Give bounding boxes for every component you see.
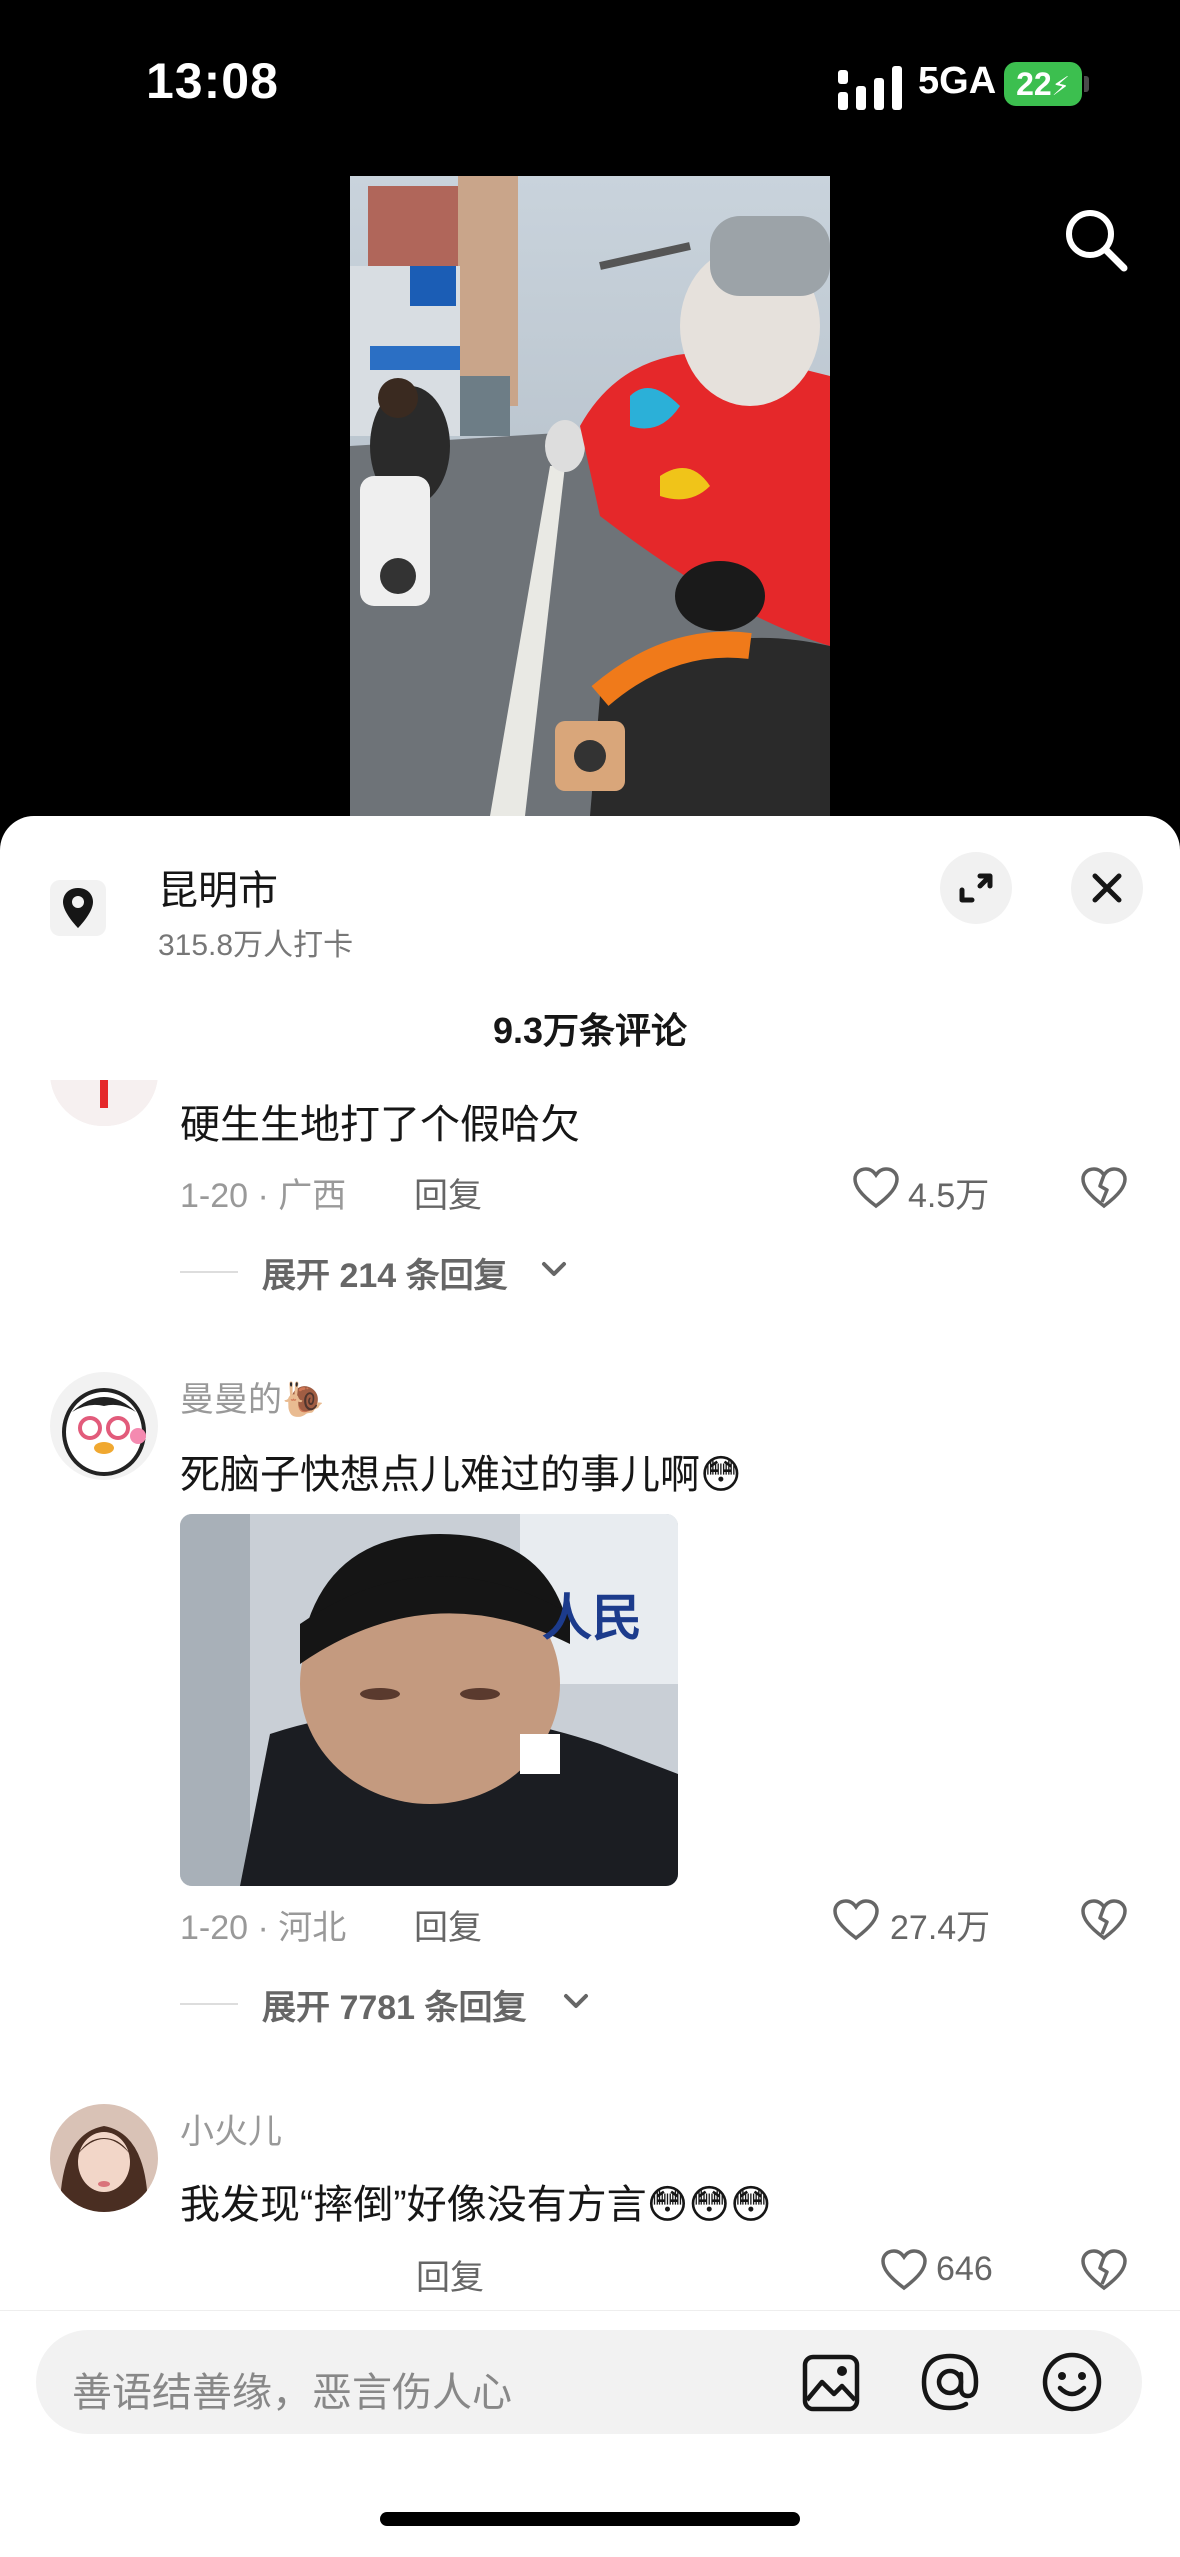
comment-image-graphic: [180, 1514, 678, 1886]
expand-replies-label: 展开 214 条回复: [262, 1257, 508, 1295]
comment-text: 我发现“摔倒”好像没有方言😳😳😳: [180, 2183, 772, 2227]
reply-button[interactable]: 回复: [414, 1900, 482, 1949]
dislike-icon[interactable]: [1080, 1166, 1128, 1210]
battery-tip: [1084, 76, 1089, 92]
heart-icon[interactable]: [880, 2248, 928, 2292]
location-name[interactable]: 昆明市: [158, 858, 278, 916]
divider-line: [180, 2003, 238, 2005]
like-count: 27.4万: [890, 1909, 991, 1947]
status-bar: 13:08 5GA 22⚡: [0, 0, 1180, 170]
expand-replies-button[interactable]: 展开 7781 条回复: [262, 1980, 527, 2029]
username[interactable]: 曼曼的🐌: [180, 1372, 324, 1421]
reply-button[interactable]: 回复: [414, 1168, 482, 1217]
dislike-icon[interactable]: [1080, 1898, 1128, 1942]
avatar-image: [50, 1372, 158, 1480]
avatar[interactable]: [50, 1372, 158, 1480]
location-checkins: 315.8万人打卡: [158, 929, 354, 962]
location-pin-icon: [63, 888, 93, 928]
status-time: 13:08: [146, 53, 279, 109]
video-frame: [350, 176, 830, 816]
video-player[interactable]: [350, 176, 830, 816]
image-icon[interactable]: [800, 2352, 862, 2414]
comment-image-caption: 人民: [542, 1590, 642, 1646]
comment-input-placeholder[interactable]: 善语结善缘，恶言伤人心: [72, 2360, 512, 2418]
location-badge[interactable]: [50, 880, 106, 936]
dislike-icon[interactable]: [1080, 2248, 1128, 2292]
network-type: 5GA: [918, 60, 997, 102]
expand-replies-button[interactable]: 展开 214 条回复: [262, 1248, 508, 1297]
comment-meta: 1-20 · 河北: [180, 1909, 347, 1947]
expand-button[interactable]: [940, 852, 1012, 924]
reply-button[interactable]: 回复: [416, 2250, 484, 2299]
search-icon[interactable]: [1060, 204, 1130, 274]
comment-count-overlay: 9.3万条评论: [492, 1010, 688, 1051]
expand-icon: [959, 873, 993, 903]
like-count: 646: [936, 2250, 993, 2288]
emoji-icon[interactable]: [1040, 2350, 1104, 2414]
like-count: 4.5万: [908, 1177, 990, 1215]
avatar[interactable]: [50, 2104, 158, 2212]
heart-icon[interactable]: [832, 1898, 880, 1942]
signal-icon: [838, 66, 902, 110]
divider-line: [180, 1271, 238, 1273]
avatar-image: [50, 2104, 158, 2212]
expand-replies-label: 展开 7781 条回复: [262, 1989, 527, 2027]
comment-text: 死脑子快想点儿难过的事儿啊😳: [180, 1453, 742, 1497]
comment-text: 硬生生地打了个假哈欠: [180, 1103, 580, 1147]
home-indicator[interactable]: [380, 2512, 800, 2526]
chevron-down-icon[interactable]: [540, 1260, 568, 1280]
comment-image[interactable]: 人民: [180, 1514, 678, 1886]
heart-icon[interactable]: [852, 1166, 900, 1210]
comment-meta: 1-20 · 广西: [180, 1177, 347, 1215]
charging-bolt-icon: ⚡: [1051, 71, 1070, 101]
battery-indicator: 22⚡: [1004, 62, 1082, 106]
chevron-down-icon[interactable]: [562, 1992, 590, 2012]
close-icon: [1092, 873, 1122, 903]
close-button[interactable]: [1071, 852, 1143, 924]
battery-level: 22: [1016, 66, 1052, 102]
at-icon[interactable]: [918, 2350, 982, 2414]
username[interactable]: 小火儿: [180, 2104, 282, 2153]
